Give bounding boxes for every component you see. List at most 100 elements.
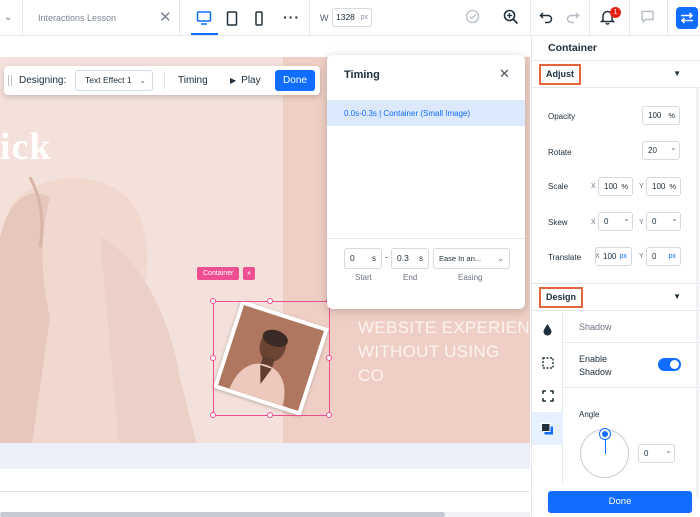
divider [564, 342, 700, 343]
scale-y-value: 100 [652, 182, 666, 191]
translate-x-input[interactable]: 100 px [595, 247, 632, 266]
panel-scrollbar[interactable] [696, 87, 699, 497]
redo-icon[interactable] [565, 9, 583, 27]
drag-handle-icon[interactable] [8, 75, 12, 86]
enable-shadow-toggle[interactable] [658, 358, 681, 371]
divider [179, 0, 180, 36]
zoom-icon[interactable] [503, 9, 521, 27]
scrollbar-thumb[interactable] [0, 512, 445, 517]
enable-shadow-label: Enable Shadow [579, 354, 612, 377]
easing-caption: Easing [458, 273, 483, 282]
resize-handle[interactable] [210, 298, 216, 304]
skew-x-value: 0 [604, 217, 609, 226]
shadow-icon[interactable] [532, 412, 563, 445]
design-section-header[interactable]: Design ▼ [532, 283, 700, 311]
done-button[interactable]: Done [275, 70, 315, 91]
resize-handle[interactable] [210, 412, 216, 418]
timing-title: Timing [344, 69, 380, 81]
desktop-icon[interactable] [194, 8, 214, 28]
width-unit: px [360, 14, 368, 21]
rotate-label: Rotate [548, 148, 572, 157]
width-label: W [320, 13, 329, 23]
effect-select[interactable]: Text Effect 1 ⌄ [75, 70, 153, 91]
translate-unit: px [619, 253, 627, 260]
angle-value: 0 [644, 449, 649, 458]
active-device-indicator [191, 33, 218, 35]
corners-icon[interactable] [532, 379, 563, 412]
divider [564, 387, 700, 388]
scale-y-input[interactable]: 100 % [646, 177, 681, 196]
start-unit: s [372, 254, 376, 263]
easing-select[interactable]: Ease In an... ⌄ [433, 248, 510, 269]
fill-drop-icon[interactable] [532, 313, 563, 346]
easing-value: Ease In an... [439, 254, 482, 263]
translate-y-axis: Y [639, 253, 644, 260]
timing-row[interactable]: 0.0s-0.3s | Container (Small Image) [327, 101, 525, 126]
divider [22, 0, 23, 36]
width-value: 1328 [336, 12, 355, 22]
adjust-label: Adjust [539, 64, 581, 85]
swap-icon [680, 12, 694, 24]
translate-y-input[interactable]: 0 px [646, 247, 681, 266]
angle-input[interactable]: 0 ° [638, 444, 675, 463]
close-icon[interactable]: ✕ [499, 66, 510, 82]
rotate-value: 20 [648, 146, 657, 155]
divider [164, 71, 165, 90]
more-icon[interactable]: ··· [283, 9, 300, 25]
start-input[interactable]: 0 s [344, 248, 382, 269]
width-input[interactable]: 1328 px [332, 8, 372, 27]
translate-unit: px [668, 253, 676, 260]
panel-done-button[interactable]: Done [548, 491, 692, 513]
resize-handle[interactable] [210, 355, 216, 361]
opacity-unit: % [668, 111, 675, 120]
range-dash: - [385, 252, 388, 262]
page-selector[interactable]: Interactions Lesson [38, 13, 116, 23]
resize-handle[interactable] [326, 412, 332, 418]
close-icon[interactable]: ✕ [159, 8, 172, 26]
undo-icon[interactable] [539, 9, 557, 27]
horizontal-scrollbar[interactable] [0, 512, 530, 517]
end-caption: End [403, 273, 418, 282]
skew-y-input[interactable]: 0 ° [646, 212, 681, 231]
container-tag[interactable]: Container [197, 267, 240, 280]
mobile-icon[interactable] [249, 8, 269, 28]
angle-dial[interactable] [580, 429, 629, 478]
tablet-icon[interactable] [222, 8, 242, 28]
resize-handle[interactable] [267, 298, 273, 304]
hero-subtext-line: WEBSITE EXPERIEN [358, 318, 530, 337]
scale-label: Scale [548, 182, 569, 191]
scale-unit: % [669, 182, 676, 191]
chevron-down-icon[interactable]: ▼ [673, 292, 681, 301]
timing-button[interactable]: Timing [178, 75, 208, 86]
skew-label: Skew [548, 218, 568, 227]
opacity-input[interactable]: 100 % [642, 106, 680, 125]
resize-handle[interactable] [267, 412, 273, 418]
chevron-down-icon[interactable]: ⌄ [4, 12, 12, 23]
bolt-icon[interactable]: ⚡ [243, 267, 255, 280]
selection-box[interactable] [213, 301, 330, 416]
adjust-section-header[interactable]: Adjust ▼ [532, 60, 700, 88]
end-input[interactable]: 0.3 s [391, 248, 429, 269]
scale-x-input[interactable]: 100 % [598, 177, 633, 196]
chevron-down-icon: ⌄ [497, 254, 504, 263]
canvas-divider [0, 491, 530, 492]
skew-x-input[interactable]: 0 ° [598, 212, 633, 231]
resize-handle[interactable] [326, 355, 332, 361]
chevron-down-icon[interactable]: ▼ [673, 69, 681, 78]
divider [530, 0, 531, 36]
divider [589, 0, 590, 36]
start-value: 0 [350, 253, 355, 263]
chat-icon[interactable] [640, 9, 658, 27]
border-icon[interactable] [532, 346, 563, 379]
top-bar: ⌄ Interactions Lesson ✕ ··· W 1328 px 1 [0, 0, 700, 36]
check-circle-icon[interactable] [465, 9, 483, 27]
rotate-input[interactable]: 20 ° [642, 141, 680, 160]
skew-y-value: 0 [652, 217, 657, 226]
angle-dial-handle[interactable] [600, 429, 610, 439]
translate-label: Translate [548, 253, 582, 262]
hero-subtext: WEBSITE EXPERIEN WITHOUT USING CO [358, 316, 530, 388]
editor-canvas[interactable]: ick WEBSITE EXPERIEN WITHOUT USING CO Co… [0, 37, 530, 517]
play-button[interactable]: ▶ Play [230, 75, 261, 86]
settings-toggle-button[interactable] [676, 7, 698, 29]
notification-badge: 1 [610, 7, 621, 18]
